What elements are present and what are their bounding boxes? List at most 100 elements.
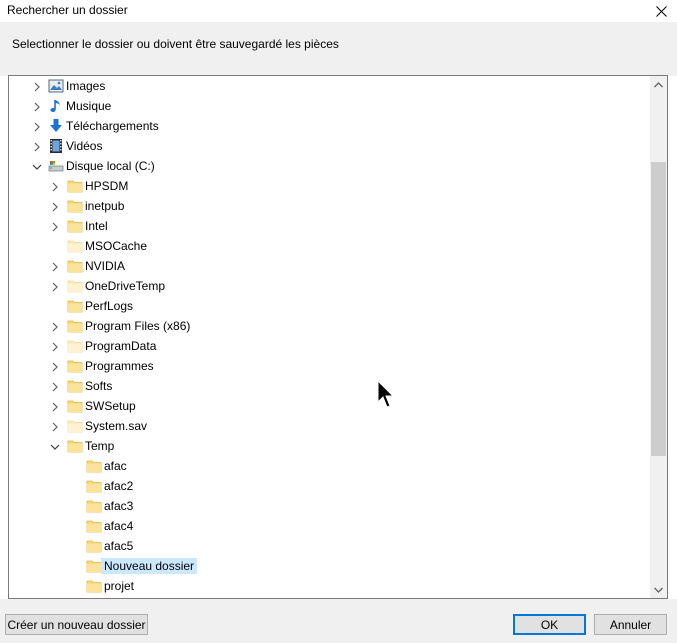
tree-item-images[interactable]: Images bbox=[9, 76, 650, 96]
folder-icon bbox=[67, 178, 83, 194]
chevron-right-icon[interactable] bbox=[50, 341, 60, 352]
scroll-thumb[interactable] bbox=[651, 162, 666, 456]
folder-icon bbox=[86, 558, 102, 574]
folder-tree[interactable]: Images Musique Téléchargements Vidéos Disque… bbox=[8, 75, 668, 599]
tree-item-label: afac5 bbox=[104, 539, 134, 553]
folder-icon bbox=[67, 378, 83, 394]
tree-item-softs[interactable]: Softs bbox=[9, 376, 650, 396]
new-folder-button[interactable]: Créer un nouveau dossier bbox=[5, 614, 148, 635]
cancel-button[interactable]: Annuler bbox=[594, 614, 667, 635]
mouse-cursor-icon bbox=[377, 380, 395, 408]
tree-item-label: afac3 bbox=[104, 499, 134, 513]
tree-item-label: HPSDM bbox=[85, 179, 129, 193]
folder-icon bbox=[86, 498, 102, 514]
tree-item-inetpub[interactable]: inetpub bbox=[9, 196, 650, 216]
tree-item-label: Programmes bbox=[85, 359, 154, 373]
tree-item-label: PerfLogs bbox=[85, 299, 134, 313]
folder-faded-icon bbox=[67, 338, 83, 354]
tree-item-label: afac4 bbox=[104, 519, 134, 533]
folder-icon bbox=[86, 478, 102, 494]
chevron-right-icon[interactable] bbox=[50, 281, 60, 292]
tree-item-label: NVIDIA bbox=[85, 259, 126, 273]
tree-item-label: Disque local (C:) bbox=[66, 159, 155, 173]
tree-item-disque-local-c[interactable]: Disque local (C:) bbox=[9, 156, 650, 176]
vertical-scrollbar[interactable] bbox=[650, 76, 667, 598]
tree-item-label: Temp bbox=[85, 439, 115, 453]
chevron-right-icon[interactable] bbox=[32, 81, 42, 92]
folder-icon bbox=[86, 458, 102, 474]
folder-icon bbox=[67, 358, 83, 374]
folder-faded-icon bbox=[67, 278, 83, 294]
downloads-icon bbox=[48, 118, 64, 134]
ok-button[interactable]: OK bbox=[513, 614, 586, 635]
folder-icon bbox=[67, 298, 83, 314]
instruction-text: Selectionner le dossier ou doivent être … bbox=[12, 37, 339, 51]
tree-item-perflogs[interactable]: PerfLogs bbox=[9, 296, 650, 316]
chevron-right-icon[interactable] bbox=[32, 101, 42, 112]
chevron-right-icon[interactable] bbox=[50, 381, 60, 392]
tree-item-label: Téléchargements bbox=[66, 119, 159, 133]
tree-item-afac3[interactable]: afac3 bbox=[9, 496, 650, 516]
chevron-right-icon[interactable] bbox=[50, 221, 60, 232]
chevron-right-icon[interactable] bbox=[50, 361, 60, 372]
tree-item-afac2[interactable]: afac2 bbox=[9, 476, 650, 496]
tree-item-videos[interactable]: Vidéos bbox=[9, 136, 650, 156]
title-bar: Rechercher un dossier bbox=[0, 0, 677, 22]
chevron-right-icon[interactable] bbox=[50, 321, 60, 332]
chevron-right-icon[interactable] bbox=[50, 421, 60, 432]
tree-item-hpsdm[interactable]: HPSDM bbox=[9, 176, 650, 196]
tree-item-label: Intel bbox=[85, 219, 108, 233]
folder-icon bbox=[67, 218, 83, 234]
tree-item-swsetup[interactable]: SWSetup bbox=[9, 396, 650, 416]
chevron-right-icon[interactable] bbox=[50, 401, 60, 412]
chevron-right-icon[interactable] bbox=[50, 261, 60, 272]
tree-item-label: OneDriveTemp bbox=[85, 279, 166, 293]
tree-item-telechargements[interactable]: Téléchargements bbox=[9, 116, 650, 136]
close-icon bbox=[655, 5, 667, 17]
tree-item-label: Musique bbox=[66, 99, 112, 113]
scroll-down-button[interactable] bbox=[650, 581, 667, 598]
folder-faded-icon bbox=[67, 238, 83, 254]
folder-icon bbox=[86, 538, 102, 554]
chevron-down-icon[interactable] bbox=[32, 161, 42, 171]
music-icon bbox=[48, 98, 64, 114]
tree-item-afac5[interactable]: afac5 bbox=[9, 536, 650, 556]
tree-item-label: Images bbox=[66, 79, 106, 93]
tree-item-temp[interactable]: Temp bbox=[9, 436, 650, 456]
window-title: Rechercher un dossier bbox=[7, 3, 128, 17]
folder-icon bbox=[67, 398, 83, 414]
close-button[interactable] bbox=[645, 0, 677, 22]
tree-item-intel[interactable]: Intel bbox=[9, 216, 650, 236]
tree-item-label: projet bbox=[104, 579, 135, 593]
chevron-right-icon[interactable] bbox=[32, 121, 42, 132]
tree-item-label: Program Files (x86) bbox=[85, 319, 191, 333]
folder-icon bbox=[67, 258, 83, 274]
tree-item-afac[interactable]: afac bbox=[9, 456, 650, 476]
tree-item-musique[interactable]: Musique bbox=[9, 96, 650, 116]
header-band: Selectionner le dossier ou doivent être … bbox=[0, 22, 677, 76]
folder-icon bbox=[67, 198, 83, 214]
tree-item-system-sav[interactable]: System.sav bbox=[9, 416, 650, 436]
tree-item-label: Vidéos bbox=[66, 139, 103, 153]
tree-item-programdata[interactable]: ProgramData bbox=[9, 336, 650, 356]
tree-item-label: afac bbox=[104, 459, 127, 473]
chevron-right-icon[interactable] bbox=[50, 201, 60, 212]
scroll-up-button[interactable] bbox=[650, 76, 667, 93]
chevron-down-icon[interactable] bbox=[50, 441, 60, 451]
folder-icon bbox=[86, 578, 102, 594]
tree-item-label: afac2 bbox=[104, 479, 134, 493]
tree-item-msocache[interactable]: MSOCache bbox=[9, 236, 650, 256]
chevron-right-icon[interactable] bbox=[32, 141, 42, 152]
images-icon bbox=[48, 78, 64, 94]
tree-item-afac4[interactable]: afac4 bbox=[9, 516, 650, 536]
tree-item-projet[interactable]: projet bbox=[9, 576, 650, 596]
tree-item-nvidia[interactable]: NVIDIA bbox=[9, 256, 650, 276]
chevron-right-icon[interactable] bbox=[50, 181, 60, 192]
tree-item-programmes[interactable]: Programmes bbox=[9, 356, 650, 376]
folder-icon bbox=[67, 318, 83, 334]
tree-item-program-files-x86[interactable]: Program Files (x86) bbox=[9, 316, 650, 336]
tree-item-label: System.sav bbox=[85, 419, 148, 433]
tree-item-onedrivetemp[interactable]: OneDriveTemp bbox=[9, 276, 650, 296]
folder-faded-icon bbox=[67, 418, 83, 434]
tree-item-nouveau-dossier[interactable]: Nouveau dossier bbox=[9, 556, 650, 576]
